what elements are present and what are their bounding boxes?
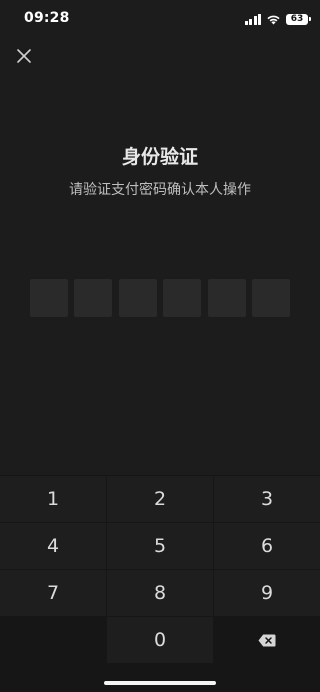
close-button[interactable]: [14, 46, 34, 66]
key-1[interactable]: 1: [0, 476, 106, 522]
key-empty: [0, 617, 106, 663]
key-3[interactable]: 3: [214, 476, 320, 522]
key-6[interactable]: 6: [214, 523, 320, 569]
close-icon: [17, 49, 31, 63]
home-indicator: [104, 681, 216, 685]
keypad-row: 7 8 9: [0, 570, 320, 616]
key-8[interactable]: 8: [107, 570, 213, 616]
pin-box: [251, 279, 290, 317]
delete-button[interactable]: [214, 617, 320, 663]
backspace-icon: [258, 634, 276, 646]
pin-box: [74, 279, 113, 317]
signal-icon: [244, 13, 261, 25]
status-icons: 63: [244, 12, 311, 26]
status-bar: 09:28 63: [0, 0, 320, 38]
pin-box: [118, 279, 157, 317]
numeric-keypad: 1 2 3 4 5 6 7 8 9 0: [0, 475, 320, 692]
key-7[interactable]: 7: [0, 570, 106, 616]
wifi-icon: [267, 15, 280, 24]
keypad-row: 1 2 3: [0, 476, 320, 522]
pin-box: [163, 279, 202, 317]
keypad-row: 4 5 6: [0, 523, 320, 569]
key-4[interactable]: 4: [0, 523, 106, 569]
pin-input[interactable]: [30, 279, 290, 317]
keypad-row: 0: [0, 617, 320, 663]
key-5[interactable]: 5: [107, 523, 213, 569]
key-2[interactable]: 2: [107, 476, 213, 522]
page-subtitle: 请验证支付密码确认本人操作: [69, 182, 251, 198]
key-9[interactable]: 9: [214, 570, 320, 616]
battery-icon: 63: [286, 13, 311, 25]
key-0[interactable]: 0: [107, 617, 213, 663]
pin-box: [207, 279, 246, 317]
pin-box: [30, 279, 68, 317]
page-title: 身份验证: [121, 146, 198, 168]
status-time: 09:28: [24, 10, 70, 26]
